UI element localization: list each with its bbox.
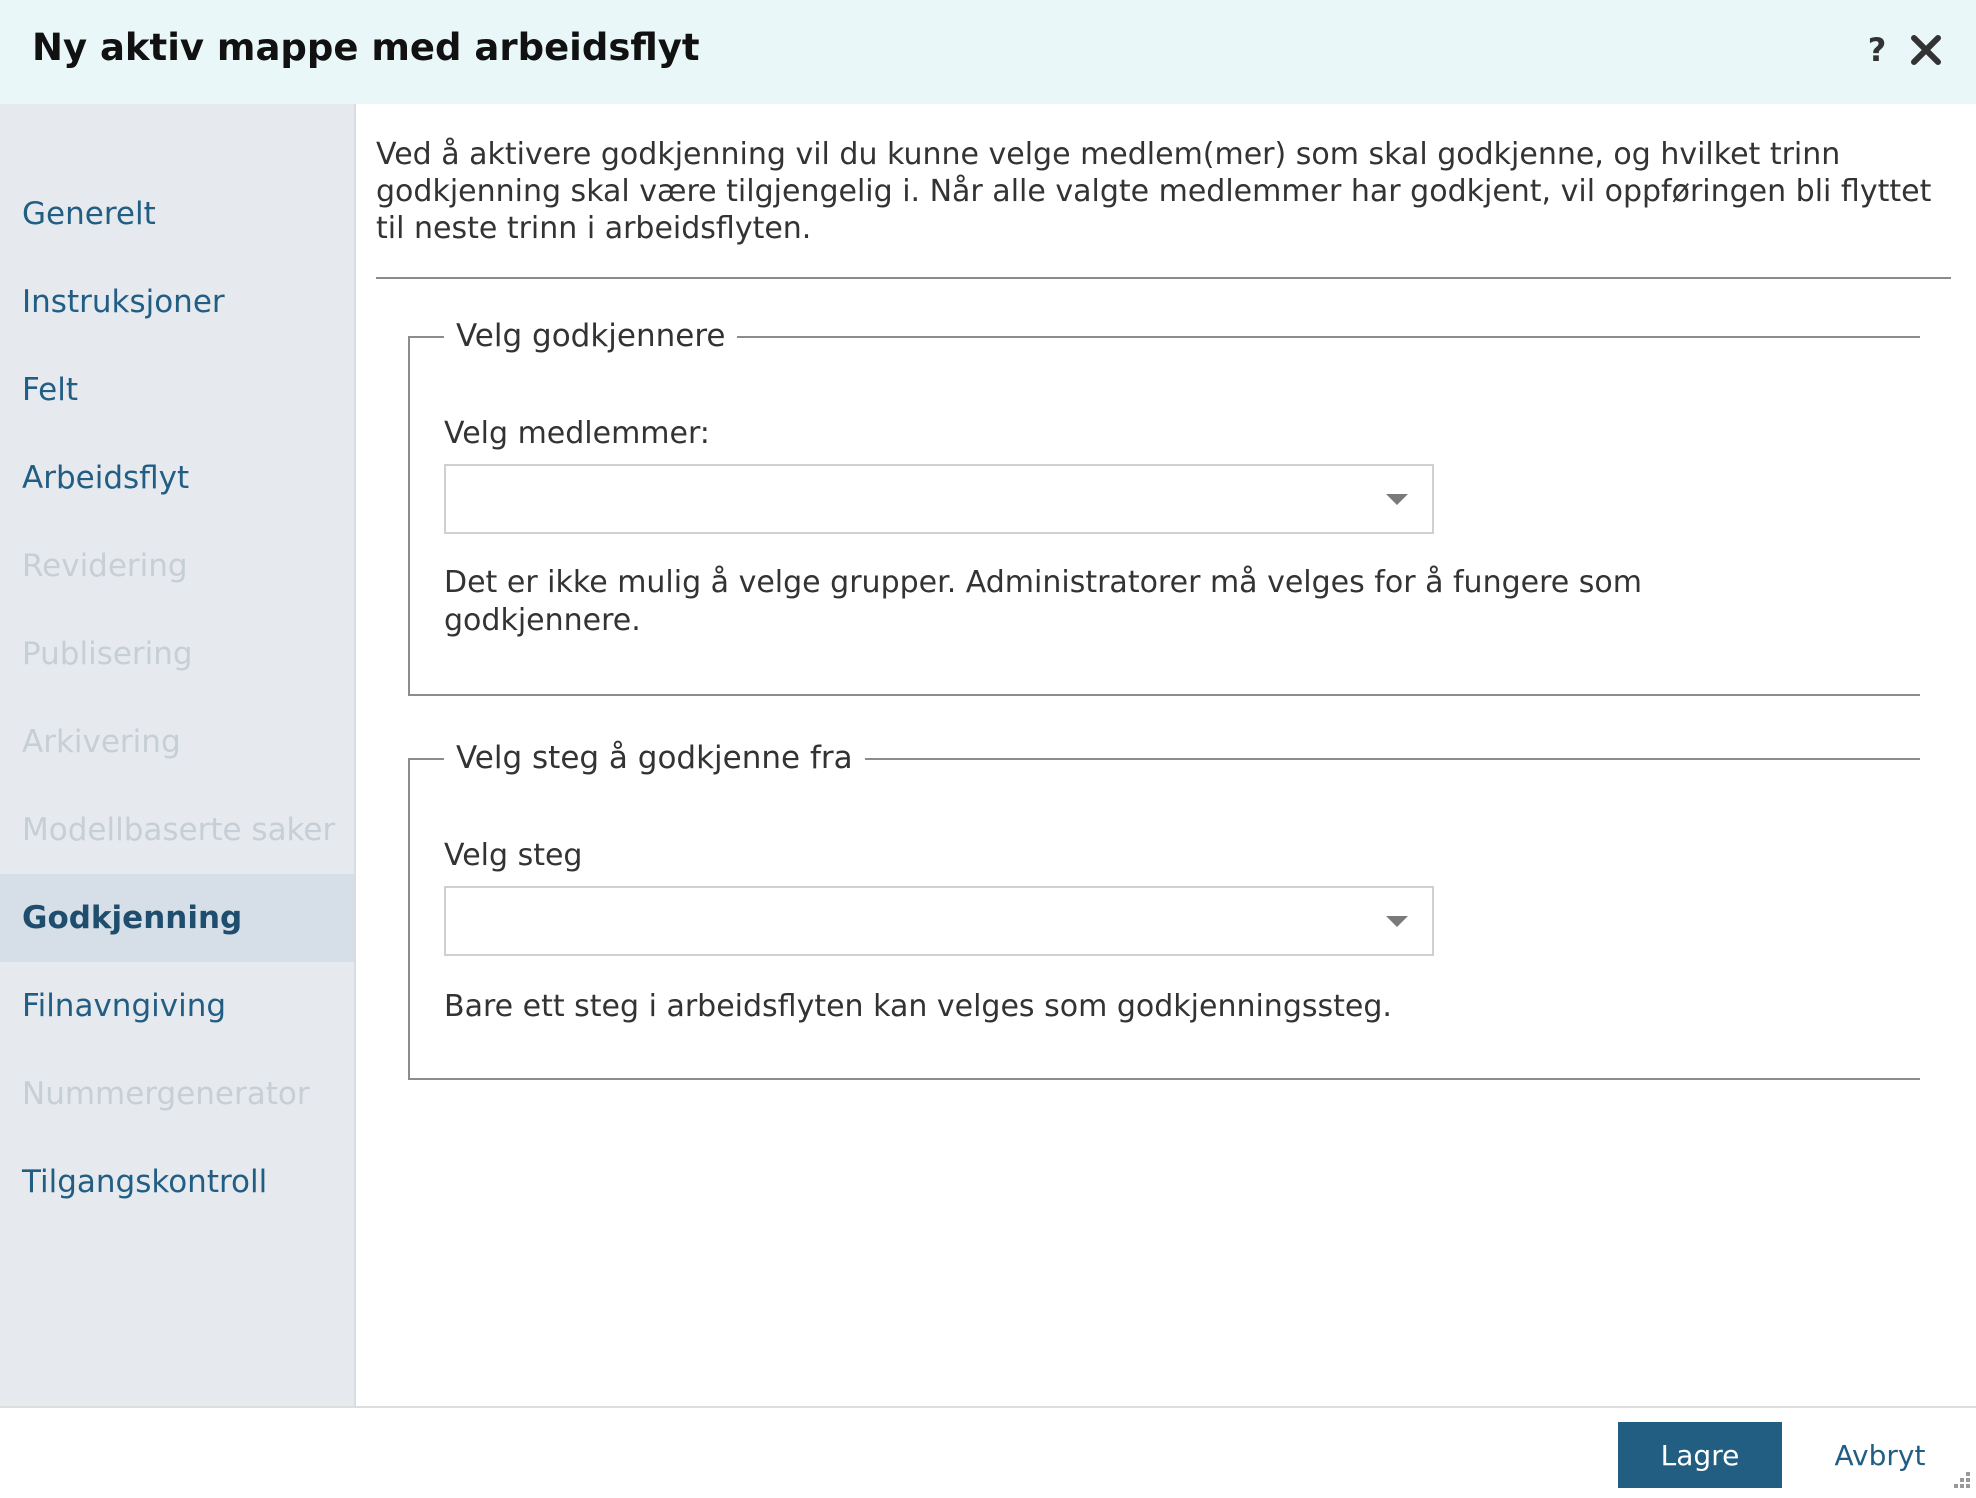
members-hint: Det er ikke mulig å velge grupper. Admin… xyxy=(444,565,1642,638)
sidebar-nav: Generelt Instruksjoner Felt Arbeidsflyt … xyxy=(0,104,356,1406)
approvers-fieldset: Velg godkjennere Velg medlemmer: Det er … xyxy=(408,316,1920,696)
sidebar-item-filnavngiving[interactable]: Filnavngiving xyxy=(0,962,354,1050)
sidebar-item-revidering: Revidering xyxy=(22,548,188,584)
step-fieldset: Velg steg å godkjenne fra Velg steg Bare… xyxy=(408,738,1920,1080)
sidebar-item-felt[interactable]: Felt xyxy=(0,346,354,434)
divider xyxy=(376,277,1951,279)
resize-grip-icon[interactable] xyxy=(1946,1468,1972,1494)
close-icon-glyph xyxy=(1911,35,1941,65)
close-icon[interactable] xyxy=(1908,32,1944,68)
step-hint: Bare ett steg i arbeidsflyten kan velges… xyxy=(444,989,1392,1024)
sidebar-item-modellbaserte-saker: Modellbaserte saker xyxy=(22,812,336,848)
dialog-titlebar: Ny aktiv mappe med arbeidsflyt ? xyxy=(0,0,1976,104)
sidebar-item-arbeidsflyt[interactable]: Arbeidsflyt xyxy=(0,434,354,522)
step-label: Velg steg xyxy=(444,838,583,873)
sidebar-item-nummergenerator: Nummergenerator xyxy=(22,1076,310,1112)
chevron-down-icon xyxy=(1386,494,1408,505)
sidebar-item-arkivering: Arkivering xyxy=(22,724,181,760)
step-select[interactable] xyxy=(444,886,1434,956)
chevron-down-icon xyxy=(1386,916,1408,927)
approvers-legend: Velg godkjennere xyxy=(444,316,738,356)
sidebar-item-generelt[interactable]: Generelt xyxy=(0,170,354,258)
resize-grip-glyph xyxy=(1954,1472,1970,1488)
members-select[interactable] xyxy=(444,464,1434,534)
dialog-title: Ny aktiv mappe med arbeidsflyt xyxy=(32,26,700,69)
intro-text: Ved å aktivere godkjenning vil du kunne … xyxy=(376,137,1932,246)
sidebar-item-publisering: Publisering xyxy=(22,636,193,672)
sidebar-item-instruksjoner[interactable]: Instruksjoner xyxy=(0,258,354,346)
step-legend: Velg steg å godkjenne fra xyxy=(444,738,865,778)
sidebar-item-tilgangskontroll[interactable]: Tilgangskontroll xyxy=(0,1138,354,1226)
members-label: Velg medlemmer: xyxy=(444,416,710,451)
help-icon[interactable]: ? xyxy=(1862,30,1892,70)
save-button[interactable]: Lagre xyxy=(1618,1422,1782,1488)
cancel-button[interactable]: Avbryt xyxy=(1820,1422,1940,1488)
dialog-footer: Lagre Avbryt xyxy=(0,1406,1976,1498)
main-content: Ved å aktivere godkjenning vil du kunne … xyxy=(358,104,1976,1406)
sidebar-item-godkjenning[interactable]: Godkjenning xyxy=(0,874,354,962)
